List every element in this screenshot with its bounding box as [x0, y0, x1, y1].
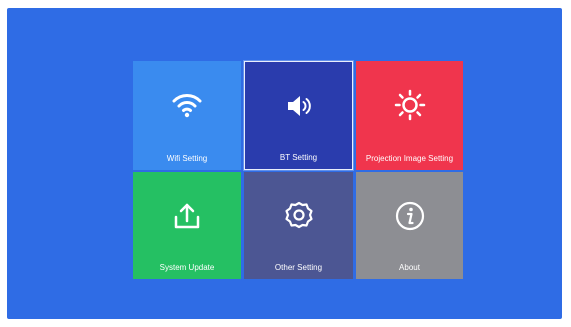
wifi-setting-tile[interactable]: Wifi Setting — [133, 61, 241, 170]
system-update-tile[interactable]: System Update — [133, 172, 241, 279]
wifi-setting-label: Wifi Setting — [166, 154, 208, 163]
system-update-label: System Update — [159, 263, 215, 272]
about-label: About — [399, 263, 420, 272]
upload-icon — [170, 199, 204, 233]
gear-icon — [282, 199, 316, 233]
bt-setting-label: BT Setting — [279, 153, 318, 162]
bt-setting-tile[interactable]: BT Setting — [244, 61, 353, 170]
speaker-icon — [282, 89, 316, 123]
info-icon — [393, 199, 427, 233]
sun-icon — [393, 88, 427, 122]
projection-image-setting-label: Projection Image Setting — [365, 154, 454, 163]
about-tile[interactable]: About — [356, 172, 463, 279]
other-setting-tile[interactable]: Other Setting — [244, 172, 353, 279]
other-setting-label: Other Setting — [274, 263, 323, 272]
wifi-icon — [170, 88, 204, 122]
projection-image-setting-tile[interactable]: Projection Image Setting — [356, 61, 463, 170]
launcher-screen: Wifi Setting BT Setting Projection Image… — [7, 8, 562, 319]
